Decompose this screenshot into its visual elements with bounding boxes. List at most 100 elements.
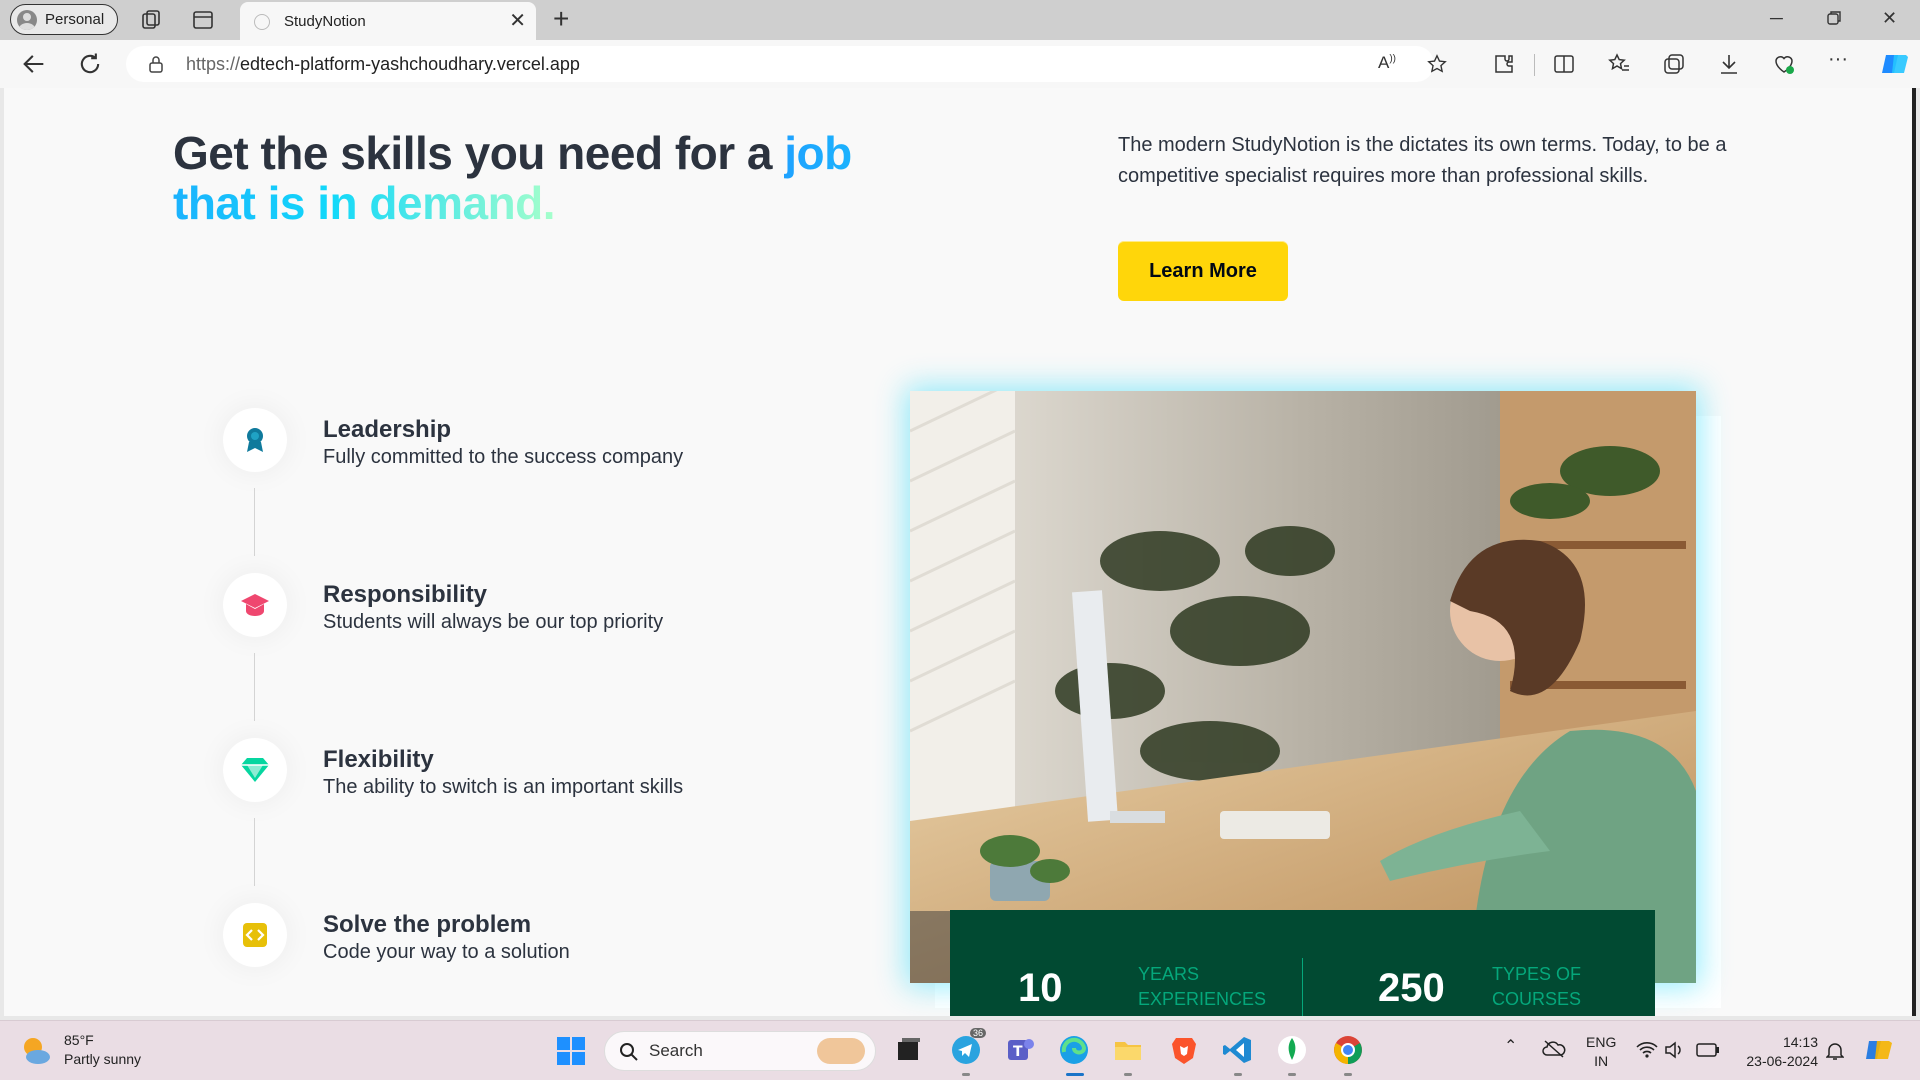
- language-indicator[interactable]: ENG IN: [1586, 1033, 1616, 1071]
- timeline-title: Flexibility: [323, 746, 434, 773]
- timeline-title: Responsibility: [323, 581, 488, 608]
- search-highlight-icon: [817, 1038, 865, 1064]
- volume-icon[interactable]: [1664, 1041, 1684, 1059]
- hero-heading-plain: Get the skills you need for a: [173, 127, 785, 179]
- onedrive-icon[interactable]: [1542, 1039, 1566, 1059]
- clock-time: 14:13: [1782, 1034, 1818, 1050]
- weather-widget[interactable]: 85°F Partly sunny: [18, 1031, 141, 1069]
- favorites-icon[interactable]: [1607, 52, 1631, 76]
- extensions-icon[interactable]: [1492, 52, 1516, 76]
- timeline-item-leadership: Leadership Fully committed to the succes…: [223, 408, 823, 488]
- brave-icon[interactable]: [1168, 1034, 1200, 1066]
- timeline-icon-circle: [223, 738, 287, 802]
- running-indicator: [1344, 1073, 1352, 1076]
- timeline-connector: [254, 653, 255, 721]
- timeline-title: Leadership: [323, 416, 452, 443]
- browser-essentials-icon[interactable]: [1772, 52, 1796, 76]
- years-label-line-1: YEARS: [1138, 964, 1200, 984]
- running-indicator: [1288, 1073, 1296, 1076]
- teams-icon[interactable]: T: [1004, 1034, 1036, 1066]
- profile-button[interactable]: Personal: [10, 4, 118, 35]
- svg-text:T: T: [1013, 1044, 1023, 1060]
- vscode-icon[interactable]: [1222, 1034, 1254, 1066]
- downloads-icon[interactable]: [1717, 52, 1741, 76]
- partly-sunny-icon: [24, 1038, 50, 1064]
- weather-condition: Partly sunny: [64, 1051, 142, 1067]
- close-window-icon[interactable]: ✕: [1882, 8, 1897, 29]
- timeline-connector: [254, 818, 255, 886]
- language-region: IN: [1594, 1053, 1609, 1069]
- courses-value: 250: [1378, 966, 1445, 1010]
- webpage: Get the skills you need for a job that i…: [4, 88, 1916, 1016]
- medal-icon: [247, 428, 263, 452]
- timeline-connector: [254, 488, 255, 556]
- address-toolbar: https://edtech-platform-yashchoudhary.ve…: [0, 40, 1920, 88]
- hero-heading: Get the skills you need for a job that i…: [173, 128, 893, 228]
- diamond-icon: [241, 758, 269, 782]
- search-icon: [620, 1043, 638, 1061]
- edge-icon[interactable]: [1058, 1034, 1090, 1066]
- years-label-line-2: EXPERIENCES: [1138, 989, 1267, 1009]
- running-indicator: [1124, 1073, 1132, 1076]
- timeline-title: Solve the problem: [323, 911, 532, 938]
- lock-icon[interactable]: [148, 55, 164, 73]
- stats-banner: 10 YEARS EXPERIENCES 250 TYPES OF COURSES: [950, 910, 1655, 1016]
- file-explorer-icon[interactable]: [1112, 1034, 1144, 1066]
- windows-taskbar: 85°F Partly sunny Search 36 T ⌃ ENG IN 14:…: [0, 1020, 1920, 1080]
- student-at-desk-image: [910, 391, 1696, 983]
- telegram-badge: 36: [970, 1028, 987, 1038]
- timeline-icon-circle: [223, 408, 287, 472]
- more-options-icon[interactable]: ···: [1828, 48, 1852, 72]
- collections-icon[interactable]: [1662, 52, 1686, 76]
- notification-bell-icon[interactable]: [1826, 1041, 1844, 1061]
- active-indicator: [1066, 1073, 1084, 1076]
- profile-label: Personal: [45, 11, 105, 28]
- stats-divider: [1302, 958, 1303, 1016]
- hero-image-container: [910, 391, 1721, 1008]
- copilot-taskbar-icon[interactable]: [1864, 1035, 1894, 1065]
- restore-icon[interactable]: [1826, 10, 1842, 26]
- timeline-icon-circle: [223, 903, 287, 967]
- minimize-icon[interactable]: ─: [1770, 8, 1783, 29]
- windows-start-icon[interactable]: [556, 1036, 586, 1066]
- read-aloud-icon[interactable]: A)): [1378, 53, 1396, 73]
- url-host: edtech-platform-yashchoudhary.vercel.app: [240, 53, 580, 74]
- timeline-description: Fully committed to the success company: [323, 446, 684, 468]
- telegram-icon[interactable]: [950, 1034, 982, 1066]
- wifi-icon[interactable]: [1636, 1041, 1658, 1059]
- search-placeholder: Search: [649, 1041, 703, 1060]
- battery-icon[interactable]: [1696, 1043, 1720, 1057]
- tab-studynotion[interactable]: StudyNotion ✕: [240, 2, 536, 40]
- back-arrow-icon[interactable]: [20, 50, 48, 78]
- running-indicator: [962, 1073, 970, 1076]
- split-screen-icon[interactable]: [1552, 52, 1576, 76]
- courses-label-line-2: COURSES: [1492, 989, 1582, 1009]
- clock[interactable]: 14:13 23-06-2024: [1738, 1033, 1818, 1071]
- task-view-icon[interactable]: [892, 1034, 924, 1066]
- timeline-description: Code your way to a solution: [323, 941, 570, 963]
- timeline-item-responsibility: Responsibility Students will always be o…: [223, 573, 823, 653]
- timeline-item-solve-the-problem: Solve the problem Code your way to a sol…: [223, 903, 823, 983]
- timeline-item-flexibility: Flexibility The ability to switch is an …: [223, 738, 823, 818]
- profile-avatar-icon: [17, 9, 37, 30]
- favorite-star-icon[interactable]: [1426, 53, 1448, 75]
- new-tab-icon[interactable]: +: [553, 4, 569, 34]
- learn-more-button[interactable]: Learn More: [1118, 241, 1288, 301]
- page-scrollbar[interactable]: [1912, 88, 1916, 1016]
- taskbar-search[interactable]: Search: [604, 1031, 876, 1071]
- url-field[interactable]: https://edtech-platform-yashchoudhary.ve…: [126, 46, 1447, 82]
- close-tab-icon[interactable]: ✕: [509, 11, 526, 31]
- timeline-icon-circle: [223, 573, 287, 637]
- clock-date: 23-06-2024: [1746, 1053, 1818, 1069]
- copilot-icon[interactable]: [1880, 49, 1910, 79]
- mongodb-compass-icon[interactable]: [1276, 1034, 1308, 1066]
- timeline-description: Students will always be our top priority: [323, 611, 664, 633]
- show-hidden-icons-chevron-icon[interactable]: ⌃: [1504, 1037, 1517, 1056]
- running-indicator: [1234, 1073, 1242, 1076]
- url-protocol: https://: [186, 53, 241, 74]
- tab-actions-icon[interactable]: [191, 8, 215, 32]
- hero-description: The modern StudyNotion is the dictates i…: [1118, 134, 1727, 187]
- chrome-icon[interactable]: [1332, 1034, 1364, 1066]
- workspaces-icon[interactable]: [139, 8, 163, 32]
- refresh-icon[interactable]: [76, 50, 104, 78]
